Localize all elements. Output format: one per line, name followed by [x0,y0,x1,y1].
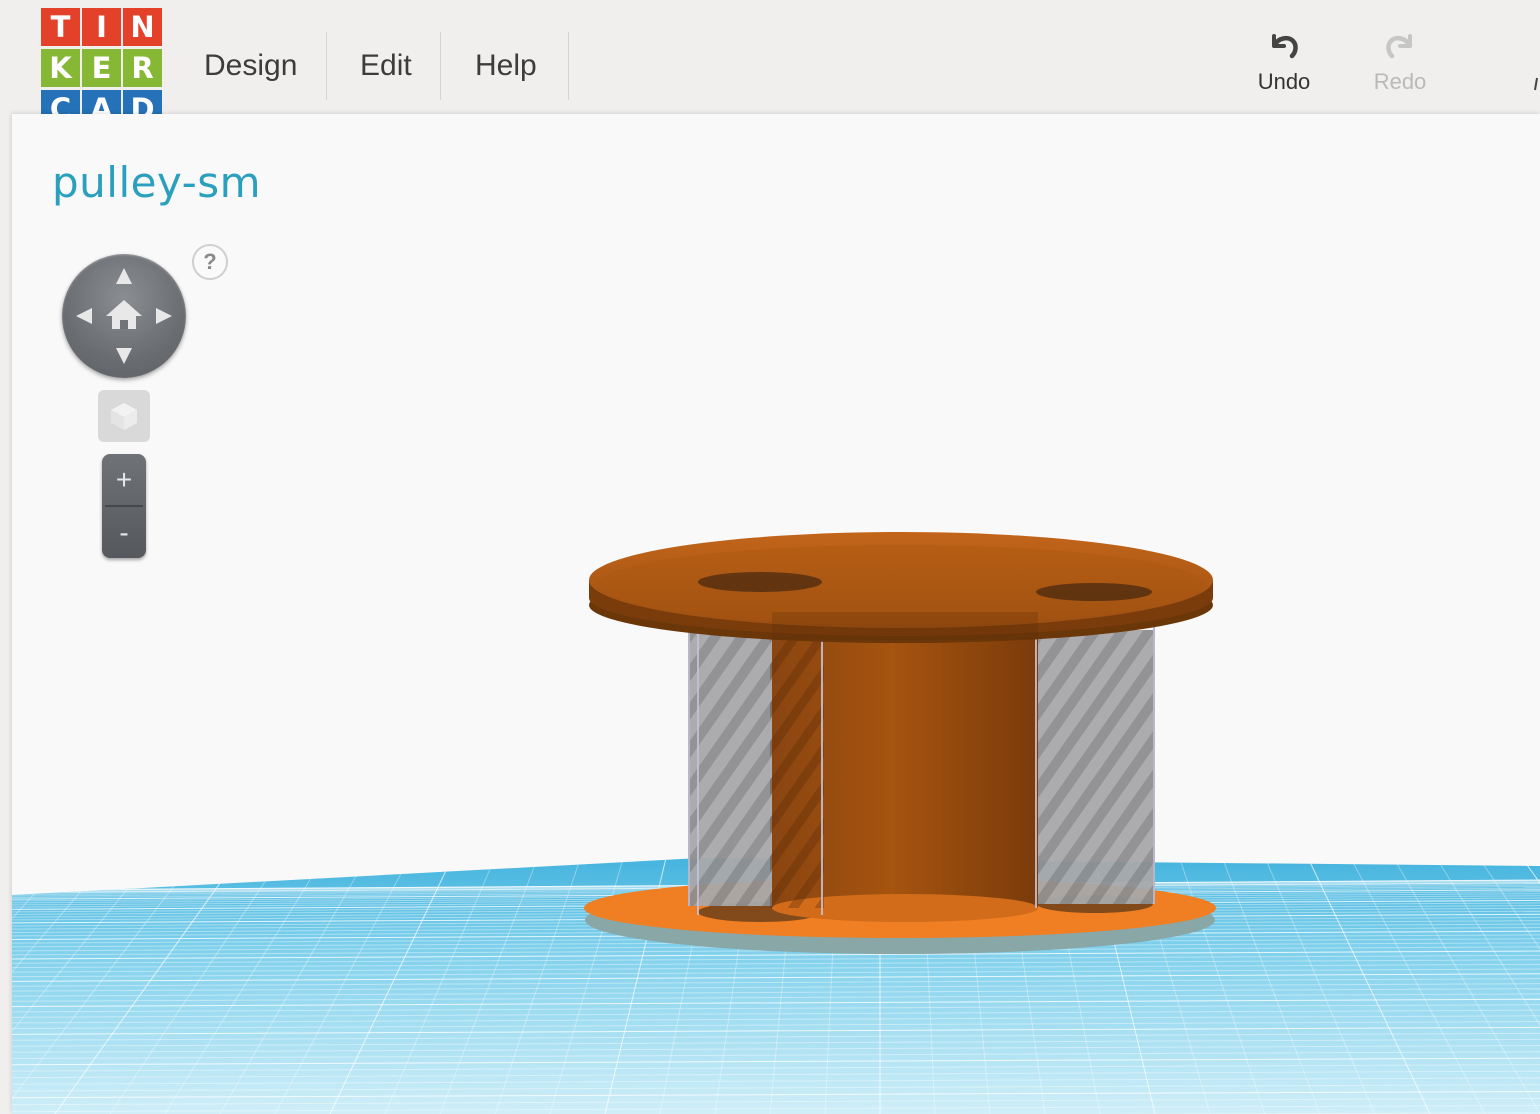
menu-edit[interactable]: Edit [360,32,444,100]
nav-arrows [76,268,172,364]
zoom-out-button[interactable]: - [102,507,146,558]
3d-scene [12,532,1540,1114]
nav-down-icon [116,348,132,364]
tinkercad-logo[interactable]: TINKERCAD [41,8,163,128]
workplane-viewport[interactable] [12,114,1540,1114]
help-button[interactable]: ? [192,244,228,280]
nav-right-icon [156,308,172,324]
zoom-out-label: - [119,516,129,548]
menu-design-label: Design [204,49,298,82]
nav-up-icon [116,268,132,284]
redo-button[interactable]: Redo [1355,28,1445,95]
menu-help[interactable]: Help [475,32,569,100]
logo-tile: I [82,8,121,46]
top-bar: TINKERCAD Design Edit Help Undo Redo [0,0,1540,128]
logo-tile: T [41,8,80,46]
orbit-nav-pad[interactable] [62,254,186,378]
menu-help-label: Help [475,49,537,82]
view-cube-button[interactable] [98,390,150,442]
logo-tile: K [41,49,80,87]
redo-label: Redo [1373,69,1427,94]
menu-edit-label: Edit [360,49,412,82]
logo-tile: R [123,49,162,87]
undo-label: Undo [1257,69,1311,94]
home-icon [106,300,142,329]
redo-arrow-icon [1386,34,1412,59]
menu-divider [568,32,569,100]
nav-left-icon [76,308,92,324]
menu-divider [326,32,327,100]
zoom-control: + - [102,454,146,558]
clipped-toolbar-item[interactable] [1534,76,1538,92]
zoom-in-button[interactable]: + [102,454,146,505]
undo-arrow-icon [1272,34,1298,59]
menu-divider [440,32,441,100]
zoom-in-label: + [115,463,133,495]
logo-tile: N [123,8,162,46]
help-icon: ? [203,249,217,274]
logo-tile: E [82,49,121,87]
design-title[interactable]: pulley-sm [52,158,261,207]
undo-button[interactable]: Undo [1239,28,1329,95]
menu-design[interactable]: Design [204,32,329,100]
cube-icon [111,403,137,430]
